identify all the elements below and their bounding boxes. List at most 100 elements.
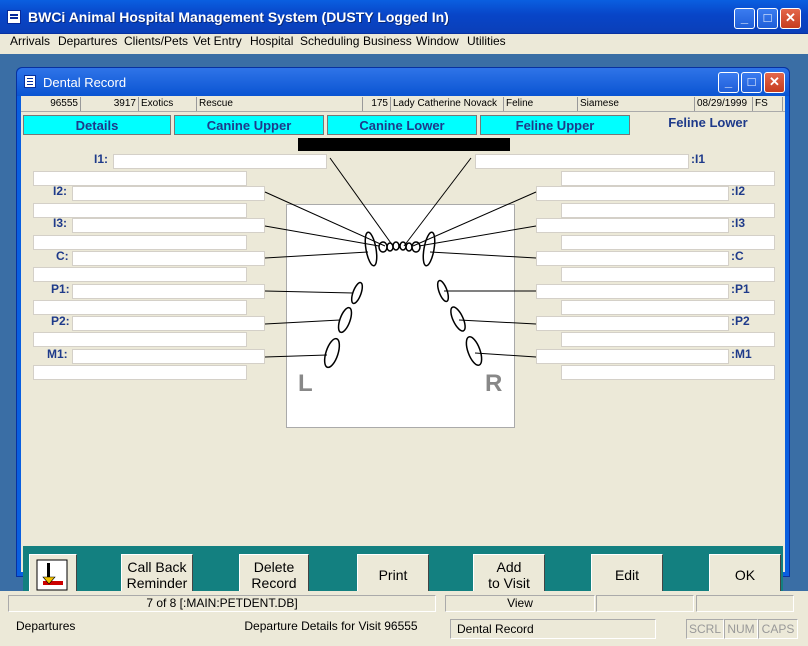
menu-clients-pets[interactable]: Clients/Pets [124, 34, 188, 48]
menu-window[interactable]: Window [416, 34, 459, 48]
field-right-p2[interactable] [536, 316, 729, 331]
record-status-bar: 7 of 8 [:MAIN:PETDENT.DB] View [0, 591, 808, 615]
add-to-visit-button[interactable]: Add to Visit [473, 554, 545, 596]
print-button[interactable]: Print [357, 554, 429, 596]
app-title-bar: BWCi Animal Hospital Management System (… [0, 0, 808, 34]
field-right-i1[interactable] [475, 154, 689, 169]
menu-scheduling[interactable]: Scheduling [300, 34, 359, 48]
tooth-right-c [422, 231, 436, 267]
status-empty-1 [596, 595, 694, 612]
field-right-i3[interactable] [536, 218, 729, 233]
menu-vet-entry[interactable]: Vet Entry [193, 34, 242, 48]
tooth-right-i1 [399, 241, 407, 251]
patient-subtype: Rescue [197, 97, 363, 111]
field-left-i2[interactable] [72, 186, 265, 201]
label-left-i1: I1: [94, 152, 109, 166]
record-mode: View [445, 595, 595, 612]
window-close-icon[interactable]: ✕ [764, 72, 785, 93]
menu-arrivals[interactable]: Arrivals [10, 34, 50, 48]
num-indicator: NUM [724, 619, 758, 639]
title-bar-black [298, 138, 510, 151]
field-right-p1[interactable] [536, 284, 729, 299]
ok-button[interactable]: OK [709, 554, 781, 596]
field-left-i1[interactable] [113, 154, 327, 169]
dental-record-window: Dental Record _ □ ✕ 96555 3917 Exotics R… [16, 67, 790, 598]
label-left-m1: M1: [47, 347, 68, 361]
window-title: Dental Record [43, 75, 127, 90]
note-left-c[interactable] [33, 267, 247, 282]
delete-line1: Delete [253, 559, 295, 575]
tooth-left-c [364, 231, 378, 267]
tooth-right-m1 [465, 336, 483, 366]
note-right-p1[interactable] [561, 300, 775, 315]
field-left-c[interactable] [72, 251, 265, 266]
note-right-c[interactable] [561, 267, 775, 282]
field-right-m1[interactable] [536, 349, 729, 364]
app-icon[interactable] [7, 10, 21, 24]
minimize-icon[interactable]: _ [734, 8, 755, 29]
tab-canine-upper[interactable]: Canine Upper [174, 115, 324, 135]
add-line2: to Visit [488, 575, 530, 591]
tab-feline-lower[interactable]: Feline Lower [633, 113, 783, 133]
label-right-p1: :P1 [731, 282, 750, 296]
tab-strip: Details Canine Upper Canine Lower Feline… [21, 113, 785, 135]
menu-business[interactable]: Business [363, 34, 412, 48]
note-left-m1[interactable] [33, 365, 247, 380]
tab-canine-lower[interactable]: Canine Lower [327, 115, 477, 135]
note-left-p2[interactable] [33, 332, 247, 347]
tooth-right-p2 [450, 306, 466, 332]
label-left-c: C: [56, 249, 69, 263]
label-right-i2: :I2 [731, 184, 746, 198]
maximize-icon[interactable]: □ [757, 8, 778, 29]
status-form-name: Dental Record [450, 619, 656, 639]
field-left-i3[interactable] [72, 218, 265, 233]
app-title: BWCi Animal Hospital Management System (… [28, 9, 449, 25]
label-left-p2: P2: [51, 314, 70, 328]
window-maximize-icon[interactable]: □ [741, 72, 762, 93]
record-position: 7 of 8 [:MAIN:PETDENT.DB] [8, 595, 436, 612]
call-back-line2: Reminder [126, 575, 188, 591]
delete-line2: Record [251, 575, 297, 591]
note-left-i3[interactable] [33, 235, 247, 250]
menu-hospital[interactable]: Hospital [250, 34, 293, 48]
tab-feline-upper[interactable]: Feline Upper [480, 115, 630, 135]
menu-utilities[interactable]: Utilities [467, 34, 506, 48]
label-right-c: :C [731, 249, 744, 263]
tooth-left-p2 [337, 306, 353, 334]
tooth-right-i2 [405, 242, 413, 252]
field-left-p2[interactable] [72, 316, 265, 331]
exit-door-button[interactable] [29, 554, 77, 596]
tooth-right-p1 [436, 279, 450, 303]
client-number: 175 [363, 97, 391, 111]
note-right-m1[interactable] [561, 365, 775, 380]
field-left-p1[interactable] [72, 284, 265, 299]
window-icon[interactable] [24, 75, 36, 88]
tab-details[interactable]: Details [23, 115, 171, 135]
menu-departures[interactable]: Departures [58, 34, 117, 48]
label-left-i3: I3: [53, 216, 68, 230]
sex: FS [753, 97, 783, 111]
field-right-c[interactable] [536, 251, 729, 266]
field-right-i2[interactable] [536, 186, 729, 201]
edit-button[interactable]: Edit [591, 554, 663, 596]
call-back-line1: Call Back [127, 559, 187, 575]
note-right-i3[interactable] [561, 235, 775, 250]
label-left-i2: I2: [53, 184, 68, 198]
dental-chart-panel: I1: :I1 I2: :I2 I3: :I3 C: :C P1::P1 P2… [25, 136, 781, 478]
call-back-reminder-button[interactable]: Call Back Reminder [121, 554, 193, 596]
app-status-bar: Departures Departure Details for Visit 9… [0, 615, 808, 646]
patient-number: 3917 [81, 97, 139, 111]
tooth-right-i3 [411, 241, 421, 253]
label-right-i1: :I1 [691, 152, 706, 166]
close-icon[interactable]: ✕ [780, 8, 801, 29]
status-message: Departure Details for Visit 96555 [244, 619, 418, 633]
delete-record-button[interactable]: Delete Record [239, 554, 309, 596]
patient-info-bar: 96555 3917 Exotics Rescue 175 Lady Cathe… [21, 96, 785, 112]
window-minimize-icon[interactable]: _ [718, 72, 739, 93]
patient-type: Exotics [139, 97, 197, 111]
note-left-p1[interactable] [33, 300, 247, 315]
visit-id: 96555 [21, 97, 81, 111]
note-right-p2[interactable] [561, 332, 775, 347]
field-left-m1[interactable] [72, 349, 265, 364]
exit-door-icon [36, 559, 68, 591]
